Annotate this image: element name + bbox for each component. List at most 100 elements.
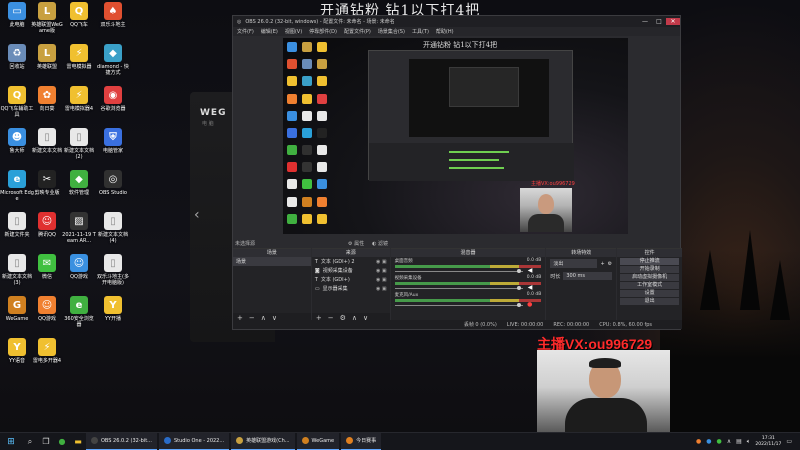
desktop-icon[interactable]: ☻ 鲁大师 [0,128,34,154]
properties-button[interactable]: ⚙ 属性 [348,240,364,247]
desktop-icon[interactable]: e 360安全浏览器 [62,296,96,328]
preview-icon [302,162,312,173]
speaker-icon[interactable]: ◀ [528,267,533,274]
visibility-eye-icon[interactable]: ◉ ▣ [376,259,387,265]
desktop-icon-label: 雷电模拟器4 [64,106,94,112]
desktop-icon[interactable]: Q QQ飞车辅助工具 [0,86,34,118]
speaker-icon[interactable]: ● [527,301,532,308]
add-icon[interactable]: + [600,261,604,267]
slider-knob[interactable] [517,269,522,273]
desktop-icon[interactable]: ✿ 向日葵 [30,86,64,112]
volume-slider[interactable]: ◀ [394,284,542,291]
taskbar-app-button[interactable]: Studio One - 2022... [158,432,230,450]
browser-icon[interactable]: ● [54,437,70,446]
desktop-icon[interactable]: ▯ 双乐斗地主(多开电脑版) [96,254,130,286]
speaker-icon[interactable]: ◀ [528,284,533,291]
obs-titlebar[interactable]: ◎ OBS 26.0.2 (32-bit, windows) - 配置文件: 未… [233,16,680,27]
transition-select[interactable]: 淡出 [550,259,598,268]
control-button[interactable]: 停止推流 [620,258,680,265]
close-icon[interactable]: ✕ [666,18,680,25]
desktop-icon[interactable]: ◎ OBS Studio [96,170,130,196]
desktop-icon[interactable]: Y YY开播 [96,296,130,322]
desktop-icon[interactable]: ✉ 微信 [30,254,64,280]
desktop-icon[interactable]: ☺ QQ游戏 [62,254,96,280]
taskbar-app-button[interactable]: 今日赛事 [341,432,382,450]
obs-window[interactable]: ◎ OBS 26.0.2 (32-bit, windows) - 配置文件: 未… [232,15,683,330]
tray-app-icon[interactable]: ● [706,438,711,445]
chevron-up-icon[interactable]: ∧ [727,438,731,445]
slider-knob[interactable] [517,303,522,307]
visibility-eye-icon[interactable]: ◉ ▣ [376,268,387,274]
source-item[interactable]: T 文本 (GDI+) 2 ◉ ▣ [312,257,390,266]
source-item[interactable]: T 文本 (GDI+) ◉ ▣ [312,275,390,284]
obs-menu-item[interactable]: 文件(F) [237,28,254,35]
desktop-icon[interactable]: ♠ 双乐斗地主 [96,2,130,28]
desktop-icon[interactable]: L 英雄联盟 [30,44,64,70]
tray-app-icon[interactable]: ● [716,438,721,445]
volume-icon[interactable]: 🔈︎ [747,438,751,446]
desktop-icon[interactable]: ◉ 谷歌浏览器 [96,86,130,112]
windows-start-icon[interactable]: ⊞ [0,437,22,447]
obs-preview-canvas[interactable]: 开通钻粉 钻1以下打4把 主播VX:ou996729 [283,38,628,234]
desktop-icon[interactable]: ⛨ 电脑管家 [96,128,130,154]
desktop-icon[interactable]: G WeGame [0,296,34,322]
tray-app-icon[interactable]: ● [696,438,701,445]
desktop-icon[interactable]: Q QQ飞车 [62,2,96,28]
desktop-icon[interactable]: ⚡ 雷电模拟器4 [62,86,96,112]
control-button[interactable]: 启动虚拟摄像机 [620,274,680,281]
clock[interactable]: 17:31 2022/11/17 [755,436,781,448]
desktop-icon[interactable]: ✂ 剪映专业版 [30,170,64,196]
obs-menu-item[interactable]: 工具(T) [412,28,429,35]
chevron-left-icon[interactable]: ‹ [194,207,200,223]
desktop-icon[interactable]: ▭ 此电脑 [0,2,34,28]
visibility-eye-icon[interactable]: ◉ ▣ [376,277,387,283]
volume-slider[interactable]: ◀ [394,267,542,274]
desktop-icon[interactable]: ◆ 软件管理 [62,170,96,196]
visibility-eye-icon[interactable]: ◉ ▣ [376,286,387,292]
control-button[interactable]: 工作室模式 [620,282,680,289]
minimize-icon[interactable]: — [638,18,652,25]
duration-input[interactable]: 300 ms [563,272,613,280]
taskbar-app-button[interactable]: OBS 26.0.2 (32-bit... [86,432,157,450]
control-button[interactable]: 开始录制 [620,266,680,273]
task-view-icon[interactable]: ❐ [38,437,54,446]
desktop-icon[interactable]: ☺ QQ游戏 [30,296,64,322]
network-icon[interactable]: ▤ [736,438,742,445]
obs-menu-item[interactable]: 场景集合(S) [378,28,405,35]
desktop-icon[interactable]: ◆ diamond - 快捷方式 [96,44,130,76]
desktop-icon[interactable]: ♻ 回收站 [0,44,34,70]
desktop-icon[interactable]: e Microsoft Edge [0,170,34,202]
desktop-icon[interactable]: ▯ 新建文本文档 [30,128,64,154]
desktop-icon[interactable]: ⚡ 雷电多开器4 [30,338,64,364]
obs-menu-item[interactable]: 帮助(H) [436,28,454,35]
desktop-icon[interactable]: ▯ 新建文件夹 [0,212,34,238]
source-item[interactable]: ◙ 视频采集设备 ◉ ▣ [312,266,390,275]
obs-menu-item[interactable]: 视图(V) [285,28,302,35]
desktop-icon[interactable]: ▯ 新建文本文档(3) [0,254,34,286]
gear-icon[interactable]: ⚙ [608,261,612,267]
desktop-icon[interactable]: L 英雄联盟WeGame版 [30,2,64,34]
search-icon[interactable]: ⌕ [22,437,38,447]
desktop-icon[interactable]: ▯ 新建文本文档(2) [62,128,96,160]
desktop-icon[interactable]: ▯ 新建文本文档(4) [96,212,130,244]
maximize-icon[interactable]: □ [652,18,666,25]
file-explorer-icon[interactable]: ▬ [70,437,86,446]
taskbar-app-button[interactable]: 英雄联盟游戏(Ch... [231,432,295,450]
control-button[interactable]: 设置 [620,290,680,297]
volume-slider[interactable]: ● [394,301,542,308]
desktop-icon[interactable]: ⚡ 雷电模拟器 [62,44,96,70]
desktop-icon[interactable]: ☺ 腾讯QQ [30,212,64,238]
obs-menu-item[interactable]: 停靠部件(D) [309,28,337,35]
taskbar-app-button[interactable]: WeGame [296,432,340,450]
obs-menu-item[interactable]: 配置文件(P) [344,28,371,35]
scene-item[interactable]: 场景 [233,257,311,266]
desktop-icon[interactable]: Y YY语音 [0,338,34,364]
obs-menu-item[interactable]: 编辑(E) [261,28,278,35]
preview-icon [302,93,312,104]
source-item[interactable]: ▭ 显示器采集 ◉ ▣ [312,284,390,293]
filters-button[interactable]: ◐ 滤镜 [372,240,388,247]
slider-knob[interactable] [517,286,522,290]
notification-icon[interactable]: ▭ [786,438,792,445]
desktop-icon[interactable]: ▨ 2021-11-19 Team AR... [62,212,96,244]
control-button[interactable]: 退出 [620,298,680,305]
